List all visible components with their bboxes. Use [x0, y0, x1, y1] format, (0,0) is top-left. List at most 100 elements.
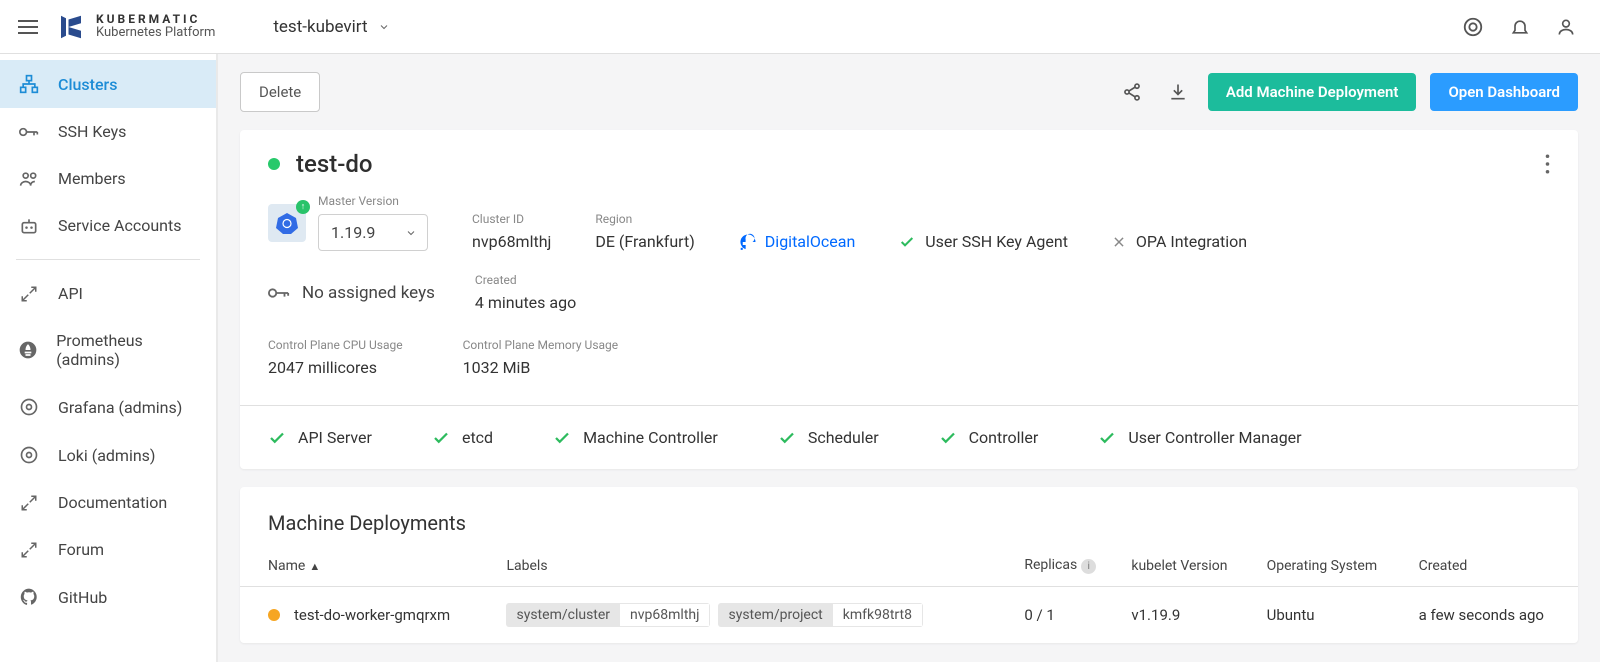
key-icon [18, 126, 40, 138]
sidebar-item-api[interactable]: API [0, 270, 216, 317]
table-row[interactable]: test-do-worker-gmqrxm system/clusternvp68… [240, 587, 1578, 644]
robot-icon [18, 217, 40, 235]
check-icon [939, 429, 957, 447]
sidebar-item-label: Prometheus (admins) [56, 331, 198, 369]
expand-icon [18, 285, 40, 303]
assigned-ssh-keys: No assigned keys [268, 283, 435, 303]
col-name[interactable]: Name▲ [240, 545, 496, 587]
notifications-icon[interactable] [1510, 16, 1530, 38]
component-name: API Server [298, 428, 372, 447]
digitalocean-icon [739, 233, 757, 251]
help-icon[interactable] [1462, 16, 1484, 38]
kubernetes-icon: ↑ [268, 204, 306, 242]
key-icon [268, 287, 290, 299]
sidebar-item-github[interactable]: GitHub [0, 573, 216, 621]
sidebar-item-documentation[interactable]: Documentation [0, 479, 216, 526]
members-icon [18, 170, 40, 188]
check-icon [553, 429, 571, 447]
sidebar-item-forum[interactable]: Forum [0, 526, 216, 573]
component-name: etcd [462, 428, 493, 447]
col-created[interactable]: Created [1409, 545, 1578, 587]
component-status: User Controller Manager [1098, 428, 1301, 447]
chevron-down-icon [405, 227, 417, 239]
provider-name: DigitalOcean [765, 232, 856, 251]
region-value: DE (Frankfurt) [595, 232, 694, 251]
component-name: User Controller Manager [1128, 428, 1301, 447]
github-icon [18, 587, 40, 607]
sidebar-item-loki[interactable]: Loki (admins) [0, 431, 216, 479]
cloud-provider: DigitalOcean [739, 232, 856, 251]
check-icon [778, 429, 796, 447]
sidebar: Clusters SSH Keys Members Service Accoun… [0, 54, 218, 662]
sidebar-item-label: Grafana (admins) [58, 398, 182, 417]
component-name: Machine Controller [583, 428, 718, 447]
menu-toggle-icon[interactable] [18, 20, 38, 34]
cluster-id-label: Cluster ID [472, 212, 551, 226]
deployment-labels: system/clusternvp68mlthj system/projectkm… [496, 587, 1014, 644]
machine-deployments-table: Name▲ Labels Replicasi kubelet Version O… [240, 545, 1578, 643]
deployment-kubelet: v1.19.9 [1121, 587, 1256, 644]
col-replicas[interactable]: Replicasi [1014, 545, 1121, 587]
col-kubelet[interactable]: kubelet Version [1121, 545, 1256, 587]
master-version-label: Master Version [318, 194, 428, 208]
topbar: KUBERMATIC Kubernetes Platform test-kube… [0, 0, 1600, 54]
component-health-row: API Server etcd Machine Controller Schedule… [240, 406, 1578, 469]
page-actions: Delete Add Machine Deployment Open Dashb… [240, 72, 1578, 112]
component-name: Scheduler [808, 428, 879, 447]
cluster-menu-icon[interactable] [1545, 154, 1550, 174]
sidebar-item-label: Documentation [58, 493, 167, 512]
add-machine-deployment-button[interactable]: Add Machine Deployment [1208, 73, 1417, 111]
master-version-control: ↑ Master Version 1.19.9 [268, 194, 428, 251]
cluster-id-value: nvp68mlthj [472, 232, 551, 251]
sidebar-item-grafana[interactable]: Grafana (admins) [0, 383, 216, 431]
col-os[interactable]: Operating System [1257, 545, 1409, 587]
label-chip: system/projectkmfk98trt8 [718, 603, 922, 627]
sidebar-item-clusters[interactable]: Clusters [0, 60, 216, 108]
open-dashboard-button[interactable]: Open Dashboard [1430, 73, 1578, 111]
master-version-select[interactable]: 1.19.9 [318, 214, 428, 251]
cluster-status-dot [268, 158, 280, 170]
account-icon[interactable] [1556, 16, 1576, 38]
opa-flag: OPA Integration [1112, 232, 1247, 251]
project-selector[interactable]: test-kubevirt [273, 17, 389, 37]
deployment-status-dot [268, 609, 280, 621]
check-icon [268, 429, 286, 447]
chevron-down-icon [378, 21, 390, 33]
sidebar-item-label: API [58, 284, 83, 303]
deployment-os: Ubuntu [1257, 587, 1409, 644]
col-labels[interactable]: Labels [496, 545, 1014, 587]
mem-usage-value: 1032 MiB [463, 358, 619, 377]
component-name: Controller [969, 428, 1039, 447]
delete-button[interactable]: Delete [240, 72, 320, 112]
download-icon[interactable] [1162, 76, 1194, 108]
sidebar-item-label: GitHub [58, 588, 107, 607]
sidebar-item-service-accounts[interactable]: Service Accounts [0, 202, 216, 249]
brand: KUBERMATIC Kubernetes Platform [56, 12, 215, 42]
share-icon[interactable] [1116, 76, 1148, 108]
component-status: etcd [432, 428, 493, 447]
cpu-usage-label: Control Plane CPU Usage [268, 338, 403, 352]
deployment-name: test-do-worker-gmqrxm [294, 606, 450, 624]
brand-subtitle: Kubernetes Platform [96, 26, 215, 40]
topbar-actions [1462, 16, 1576, 38]
clusters-icon [18, 74, 40, 94]
created-value: 4 minutes ago [475, 293, 576, 312]
machine-deployments-title: Machine Deployments [240, 487, 1578, 545]
component-status: Controller [939, 428, 1039, 447]
sidebar-item-label: Loki (admins) [58, 446, 156, 465]
info-icon: i [1081, 559, 1096, 574]
opa-label: OPA Integration [1136, 232, 1247, 251]
sidebar-divider [16, 259, 200, 260]
sidebar-item-ssh-keys[interactable]: SSH Keys [0, 108, 216, 155]
component-status: API Server [268, 428, 372, 447]
label-chip: system/clusternvp68mlthj [506, 603, 710, 627]
region-label: Region [595, 212, 694, 226]
sidebar-item-label: Service Accounts [58, 216, 181, 235]
mem-usage-label: Control Plane Memory Usage [463, 338, 619, 352]
cluster-name: test-do [296, 150, 373, 178]
sidebar-item-members[interactable]: Members [0, 155, 216, 202]
component-status: Scheduler [778, 428, 879, 447]
created-label: Created [475, 273, 576, 287]
external-link-icon [18, 494, 40, 512]
sidebar-item-prometheus[interactable]: Prometheus (admins) [0, 317, 216, 383]
